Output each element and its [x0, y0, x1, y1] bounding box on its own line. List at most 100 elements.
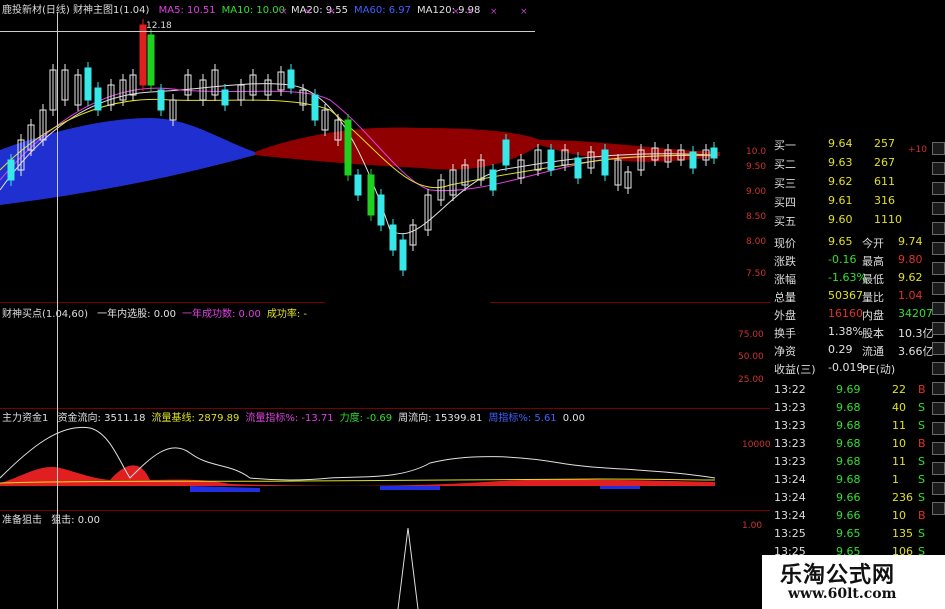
tick-vol: 11: [892, 455, 906, 468]
tick-price: 9.65: [836, 527, 861, 540]
bid-row: 买一 9.64 257: [770, 137, 930, 153]
quote-panel: 买一 9.64 257 买二 9.63 267 买三 9.62 611 买四 9.61 316 买五 9.…: [770, 136, 934, 609]
tick-row: 13:24 9.68 1 S: [770, 473, 930, 489]
marker-glyph: ×: [466, 7, 474, 17]
bid-vol: 257: [874, 137, 895, 150]
bid-row: 买二 9.63 267: [770, 156, 930, 172]
tick-time: 13:23: [774, 401, 806, 414]
stat-key: 收益(三): [774, 363, 816, 376]
tick-vol: 10: [892, 437, 906, 450]
marker-glyph: ×: [520, 7, 528, 17]
toolbar-button[interactable]: [932, 142, 945, 155]
divider: [490, 302, 770, 303]
tick-price: 9.68: [836, 401, 861, 414]
candle-body: [574, 157, 582, 179]
tick-row: 13:23 9.68 10 B: [770, 437, 930, 453]
red-band: [255, 127, 540, 170]
buy-header: 财神买点(1.04,60) 一年内选股: 0.00 一年成功数: 0.00 成功率:…: [2, 305, 319, 320]
stat-value: 16160: [828, 307, 863, 320]
axis-tick-label: 25.00: [738, 375, 764, 385]
stat-row: 涨幅 -1.63% 最低 9.62: [770, 271, 930, 287]
axis-tick-label: 10000: [742, 440, 771, 450]
candle-body: [94, 87, 102, 111]
toolbar-button[interactable]: [932, 422, 945, 435]
tick-time: 13:23: [774, 437, 806, 450]
tick-side: S: [918, 527, 925, 540]
tick-row: 13:24 9.66 236 S: [770, 491, 930, 507]
toolbar-button[interactable]: [932, 162, 945, 175]
tick-side: B: [918, 437, 926, 450]
tick-side: B: [918, 383, 926, 396]
stat-key: 量比: [862, 291, 884, 304]
stat-row: 净资 0.29 流通 3.66亿: [770, 343, 934, 359]
marker-glyph: ×: [490, 7, 498, 17]
fund-pane[interactable]: 主力资金1 资金流向: 3511.18 流量基线: 2879.89 流量指标%: -…: [0, 408, 770, 510]
stat-row: 涨跌 -0.16 最高 9.80: [770, 253, 930, 269]
toolbar-button[interactable]: [932, 262, 945, 275]
stat-value: -0.019: [828, 361, 864, 374]
toolbar-button[interactable]: [932, 362, 945, 375]
tick-vol: 1: [892, 473, 899, 486]
buy-items: 一年内选股: 0.00 一年成功数: 0.00 成功率: -: [97, 309, 313, 320]
indicator-label: 成功率: -: [266, 309, 307, 320]
attack-pane[interactable]: 准备狙击 狙击: 0.00: [0, 510, 770, 609]
kline-chart[interactable]: × × × × × × ×: [0, 0, 770, 300]
tick-vol: 10: [892, 509, 906, 522]
tick-side: S: [918, 401, 925, 414]
candle-body: [287, 69, 295, 89]
marker-glyph: ×: [452, 7, 460, 17]
stat-key: 股本: [862, 327, 884, 340]
tick-side: B: [918, 509, 926, 522]
toolbar-button[interactable]: [932, 402, 945, 415]
stat-value: -0.16: [828, 253, 857, 266]
candle-body: [377, 194, 385, 226]
stat-value: 0.29: [828, 343, 853, 356]
tick-time: 13:24: [774, 473, 806, 486]
stat-key: 现价: [774, 237, 796, 250]
stat-key: 外盘: [774, 309, 796, 322]
axis-tick-label: 7.50: [746, 269, 767, 279]
toolbar-button[interactable]: [932, 502, 945, 515]
toolbar-button[interactable]: [932, 342, 945, 355]
buy-point-pane[interactable]: 财神买点(1.04,60) 一年内选股: 0.00 一年成功数: 0.00 成功率:…: [0, 304, 770, 408]
bid-price: 9.60: [828, 213, 853, 226]
stat-value: 34207: [898, 307, 933, 320]
tick-side: S: [918, 419, 925, 432]
toolbar-button[interactable]: [932, 202, 945, 215]
toolbar-button[interactable]: [932, 242, 945, 255]
stat-value: 50367: [828, 289, 863, 302]
bid-row: 买五 9.60 1110: [770, 213, 930, 229]
candle-body: [389, 224, 397, 251]
candle-body: [354, 174, 362, 196]
tick-row: 13:23 9.68 40 S: [770, 401, 930, 417]
axis-tick-label: 9.00: [746, 187, 767, 197]
toolbar-button[interactable]: [932, 282, 945, 295]
tick-time: 13:25: [774, 527, 806, 540]
toolbar-button[interactable]: [932, 462, 945, 475]
toolbar-button[interactable]: [932, 382, 945, 395]
tick-side: S: [918, 473, 925, 486]
attack-spike: [397, 527, 419, 609]
kline-pane[interactable]: 鹿投新材(日线) 财神主图1(1.04) MA5: 10.51 MA10: 10.…: [0, 0, 770, 300]
toolbar-button[interactable]: [932, 482, 945, 495]
toolbar-button[interactable]: [932, 182, 945, 195]
axis-tick-label: 75.00: [738, 330, 764, 340]
candle-body: [547, 149, 555, 171]
buy-title: 财神买点(1.04,60): [2, 309, 88, 320]
stat-row: 外盘 16160 内盘 34207: [770, 307, 933, 323]
toolbar-button[interactable]: [932, 442, 945, 455]
tick-time: 13:23: [774, 455, 806, 468]
candle-body: [139, 24, 147, 86]
toolbar-button[interactable]: [932, 302, 945, 315]
bid-row: 买三 9.62 611: [770, 175, 930, 191]
candle-body: [7, 159, 15, 181]
axis-tick-label: 9.50: [746, 162, 767, 172]
indicator-label: 一年成功数: 0.00: [182, 309, 261, 320]
toolbar-button[interactable]: [932, 322, 945, 335]
candle-body: [502, 139, 510, 166]
bid-name: 买三: [774, 177, 796, 190]
toolbar-button[interactable]: [932, 222, 945, 235]
tick-vol: 22: [892, 383, 906, 396]
stat-row: 现价 9.65 今开 9.74: [770, 235, 930, 251]
tick-price: 9.68: [836, 437, 861, 450]
